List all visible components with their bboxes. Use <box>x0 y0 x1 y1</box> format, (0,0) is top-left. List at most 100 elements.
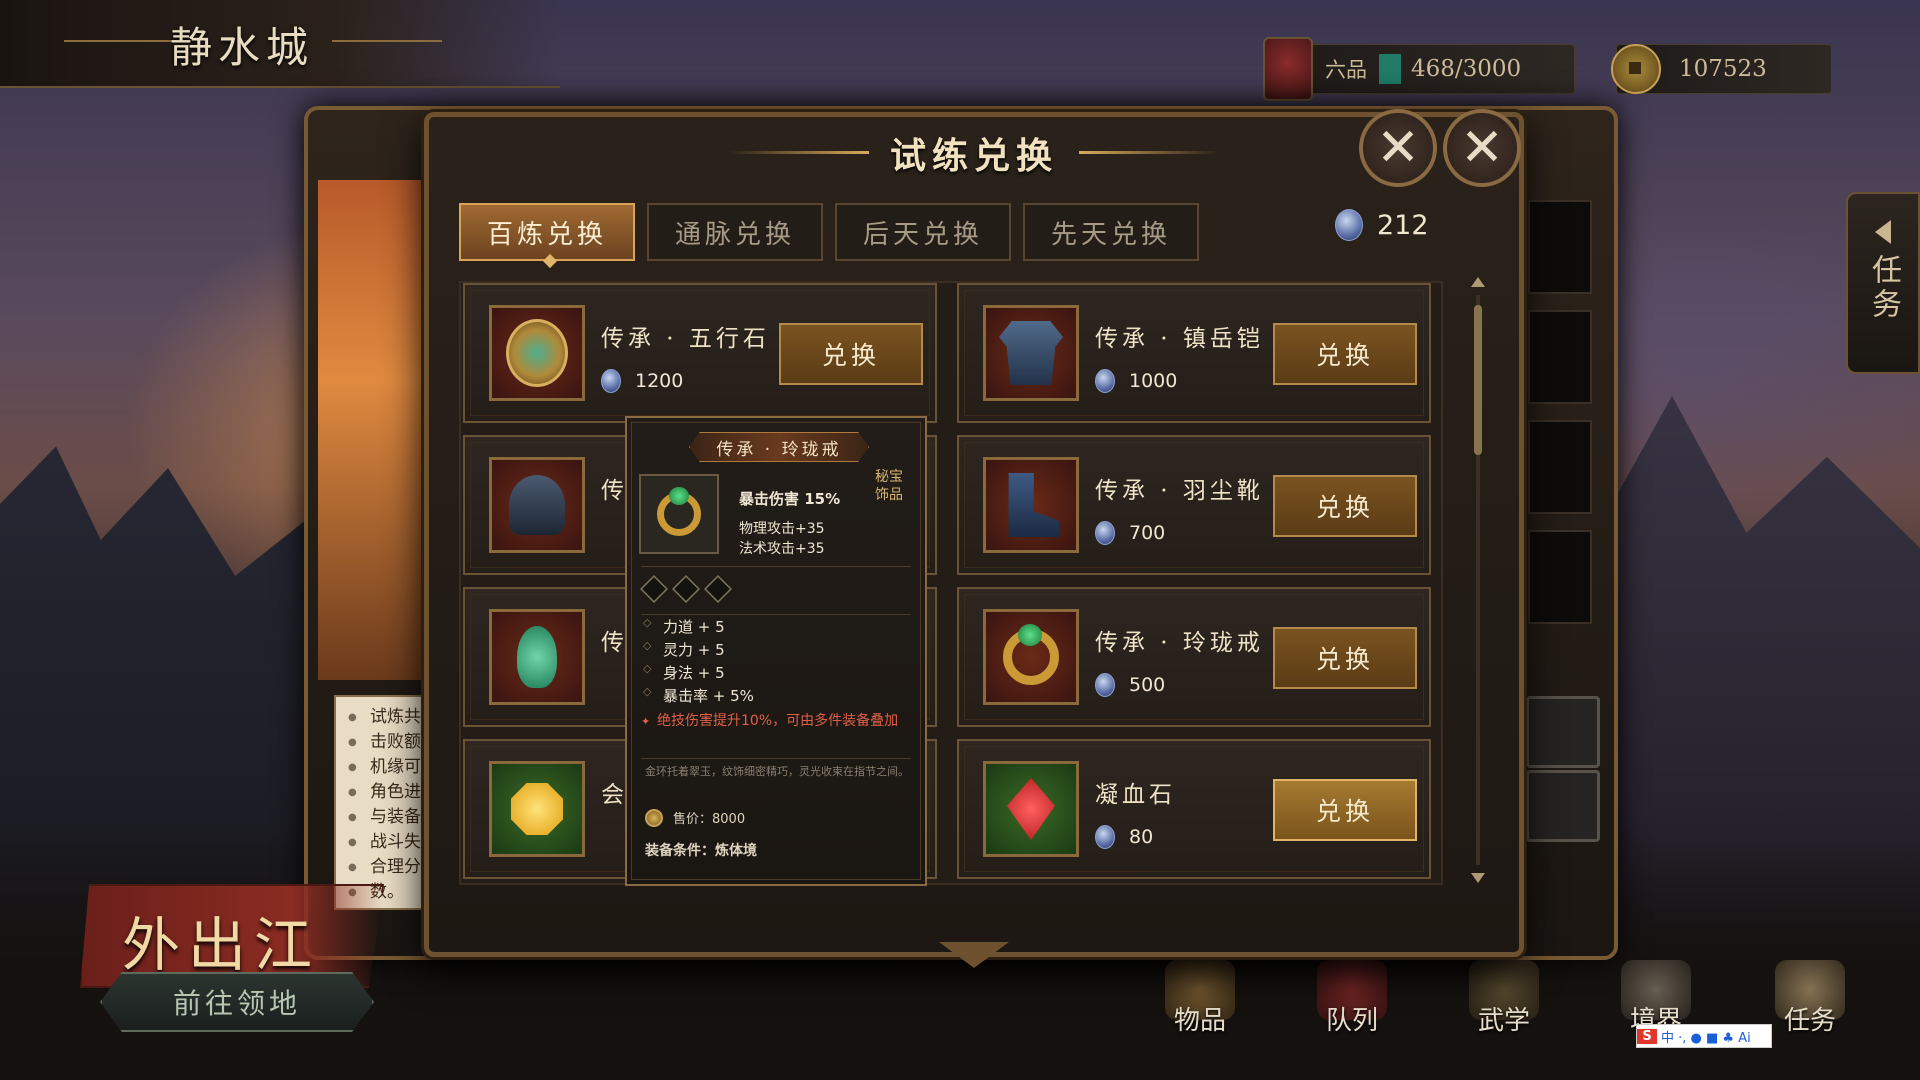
currency-value: 212 <box>1377 209 1429 241</box>
armor-icon <box>999 321 1063 385</box>
rank-progress-value: 468/3000 <box>1411 56 1522 82</box>
tab-xiantian-exchange[interactable]: 先天兑换 <box>1023 203 1199 261</box>
trial-gem-icon <box>1095 673 1115 697</box>
tooltip-special-effect: 绝技伤害提升10%，可由多件装备叠加 <box>641 712 907 731</box>
go-territory-button[interactable]: 前往领地 <box>100 972 374 1032</box>
nav-items-button[interactable]: 物品 <box>1140 960 1260 1060</box>
scroll-down-arrow-icon[interactable] <box>1471 873 1485 883</box>
notice-line: 与装备 <box>370 807 422 828</box>
ime-logo-icon: S <box>1637 1028 1657 1044</box>
notice-line: 合理分 <box>370 857 422 878</box>
nav-martial-arts-button[interactable]: 武学 <box>1444 960 1564 1060</box>
item-price-value: 500 <box>1129 674 1166 696</box>
topaz-icon <box>511 783 563 835</box>
type-line: 饰品 <box>875 487 903 503</box>
rank-progress-bar[interactable]: 六品 468/3000 <box>1263 37 1575 101</box>
boots-icon <box>1008 473 1059 537</box>
title-ornament <box>64 40 174 42</box>
trial-gem-icon <box>1095 369 1115 393</box>
coin-icon <box>645 808 663 827</box>
exchange-item-card[interactable]: 凝血石 80 兑换 <box>957 739 1431 879</box>
tooltip-sell-price: 售价：8000 <box>645 808 745 827</box>
item-name: 传 <box>601 630 628 656</box>
quest-side-tab[interactable]: 任务 <box>1846 192 1920 374</box>
close-button[interactable]: ✕ <box>1359 109 1437 187</box>
medal-icon <box>506 319 568 387</box>
close-button[interactable]: ✕ <box>1443 109 1521 187</box>
notice-line: 战斗失 <box>370 832 422 853</box>
title-ornament <box>1079 151 1219 154</box>
item-name: 传 <box>601 478 628 504</box>
trial-gem-icon <box>601 369 621 393</box>
tooltip-attribute: 力道 + 5 <box>643 616 725 637</box>
city-name: 静水城 <box>170 23 315 72</box>
tab-tongmai-exchange[interactable]: 通脉兑换 <box>647 203 823 261</box>
item-price: 1000 <box>1095 369 1177 393</box>
exchange-item-card[interactable]: 传承 · 玲珑戒 500 兑换 <box>957 587 1431 727</box>
item-icon-frame <box>489 761 585 857</box>
ruby-icon <box>1007 778 1055 840</box>
rank-progress-fill <box>1379 54 1401 84</box>
scroll-thumb[interactable] <box>1474 305 1482 455</box>
notice-line: 角色进 <box>370 782 422 803</box>
helmet-icon <box>509 475 565 535</box>
empty-item-slot[interactable] <box>1526 770 1600 842</box>
tab-label: 通脉兑换 <box>674 219 795 250</box>
collapse-arrow-icon <box>1875 220 1891 244</box>
item-price: 80 <box>1095 825 1153 849</box>
tooltip-stat: 物理攻击+35 <box>739 521 825 537</box>
ring-icon <box>1003 624 1059 685</box>
coin-counter[interactable]: 107523 <box>1611 44 1832 94</box>
tooltip-divider <box>641 614 911 615</box>
tooltip-main-stat: 暴击伤害 15% <box>739 490 841 508</box>
trial-exchange-dialog: 试练兑换 ✕ ✕ 百炼兑换 通脉兑换 后天兑换 先天兑换 212 传承 · 五行… <box>424 109 1524 968</box>
item-name: 传承 · 玲珑戒 <box>1095 630 1264 656</box>
tooltip-item-type: 秘宝 饰品 <box>875 468 903 504</box>
tab-bailian-exchange[interactable]: 百炼兑换 <box>459 203 635 261</box>
item-name: 会 <box>601 782 628 808</box>
exchange-item-card[interactable]: 传承 · 五行石 1200 兑换 <box>463 283 937 423</box>
background-slot <box>1528 530 1592 624</box>
item-price: 1200 <box>601 369 683 393</box>
background-slot <box>1528 420 1592 514</box>
exchange-button[interactable]: 兑换 <box>1273 475 1417 537</box>
exchange-button[interactable]: 兑换 <box>1273 779 1417 841</box>
ring-icon <box>657 487 701 536</box>
item-icon-frame <box>489 305 585 401</box>
tooltip-attribute: 灵力 + 5 <box>643 639 725 660</box>
tooltip-title: 传承 · 玲珑戒 <box>689 432 869 462</box>
input-method-toolbar[interactable]: S 中 ·, ● ■ ♣ Ai <box>1636 1024 1772 1048</box>
exchange-button[interactable]: 兑换 <box>1273 627 1417 689</box>
scroll-up-arrow-icon[interactable] <box>1471 277 1485 287</box>
item-icon-frame <box>983 609 1079 705</box>
notice-line: 击败额 <box>370 732 422 753</box>
exchange-item-card[interactable]: 传承 · 镇岳铠 1000 兑换 <box>957 283 1431 423</box>
go-territory-label: 前往领地 <box>172 987 301 1020</box>
item-icon-frame <box>983 305 1079 401</box>
background-slot <box>1528 200 1592 294</box>
tooltip-stat: 法术攻击+35 <box>739 541 825 557</box>
item-icon-frame <box>983 761 1079 857</box>
empty-item-slot[interactable] <box>1526 696 1600 768</box>
trial-currency-counter: 212 <box>1335 209 1429 241</box>
quest-tab-label: 任务 <box>1866 254 1901 322</box>
list-scrollbar[interactable] <box>1471 277 1485 883</box>
tooltip-lore: 金环托着翠玉，纹饰细密精巧，灵光收束在指节之间。 <box>645 765 909 778</box>
sell-price-text: 售价：8000 <box>673 812 746 827</box>
empty-socket-icon <box>704 575 732 603</box>
rank-emblem-icon <box>1263 37 1313 101</box>
nav-label: 队列 <box>1325 1006 1378 1036</box>
jade-pendant-icon <box>517 626 557 688</box>
nav-team-button[interactable]: 队列 <box>1292 960 1412 1060</box>
trial-gem-icon <box>1335 209 1363 241</box>
tab-houtian-exchange[interactable]: 后天兑换 <box>835 203 1011 261</box>
tab-label: 后天兑换 <box>862 219 983 250</box>
socket-row <box>640 575 732 603</box>
exchange-button[interactable]: 兑换 <box>1273 323 1417 385</box>
notice-line: 试炼共 <box>370 707 422 728</box>
close-icon: ✕ <box>1460 118 1504 178</box>
exchange-button[interactable]: 兑换 <box>779 323 923 385</box>
tooltip-item-icon <box>639 474 719 554</box>
exchange-item-card[interactable]: 传承 · 羽尘靴 700 兑换 <box>957 435 1431 575</box>
item-price-value: 1000 <box>1129 370 1178 392</box>
